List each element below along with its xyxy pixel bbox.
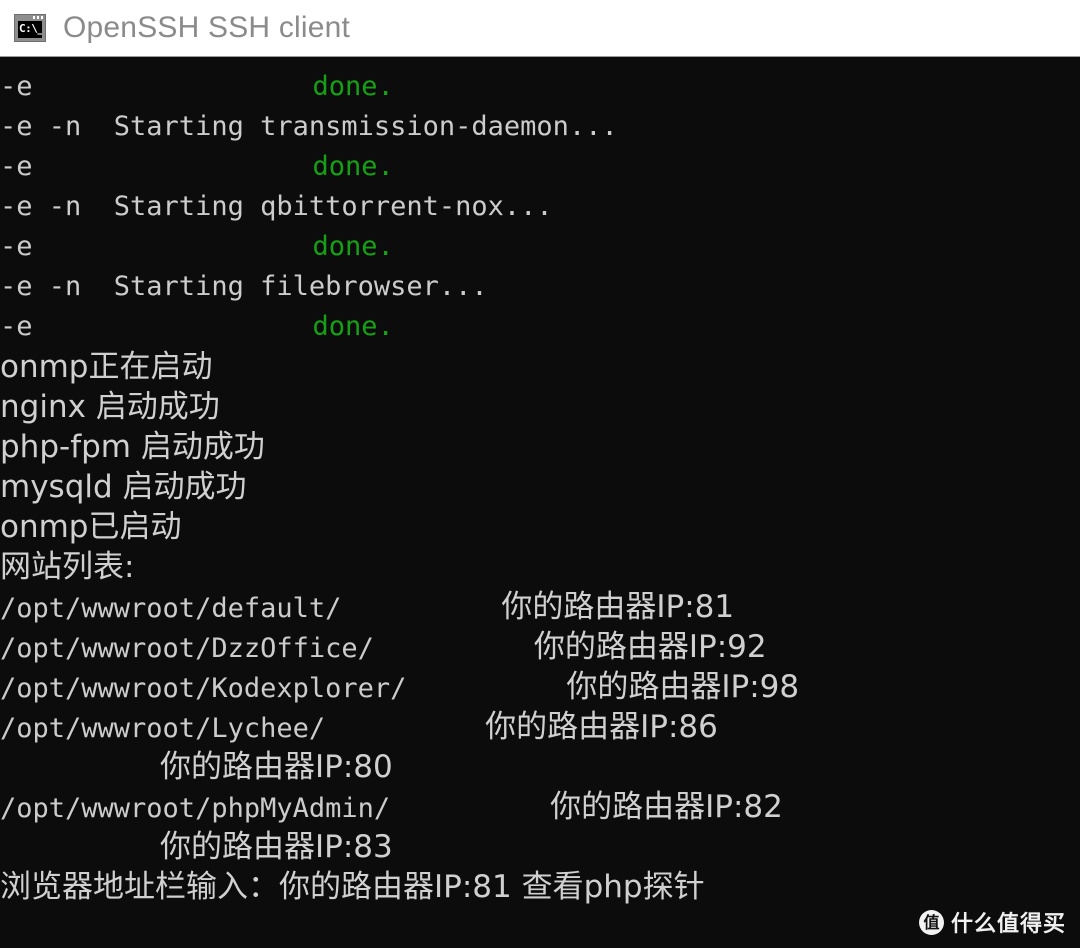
terminal-line-annotation: 你的路由器IP:92	[533, 629, 767, 665]
terminal-line: -e done.	[0, 307, 1080, 347]
terminal-line: -e -n Starting transmission-daemon...	[0, 107, 1080, 147]
window-title: OpenSSH SSH client	[63, 11, 351, 44]
terminal-line: -e done.	[0, 67, 1080, 107]
terminal-line-text: -e -n Starting transmission-daemon...	[0, 111, 618, 142]
terminal-line-text: php-fpm 启动成功	[0, 429, 265, 465]
terminal-line-text: /opt/wwwroot/default/	[0, 593, 342, 624]
terminal-line-text: /opt/wwwroot/Kodexplorer/	[0, 673, 407, 704]
terminal-line: -e -n Starting qbittorrent-nox...	[0, 187, 1080, 227]
console-window-icon: C:\_	[14, 14, 46, 42]
terminal-line-annotation: 你的路由器IP:82	[550, 789, 783, 825]
terminal-line-container: -e done. -e -n Starting transmission-daemo…	[0, 57, 1080, 948]
window-titlebar: C:\_ OpenSSH SSH client	[0, 0, 1080, 56]
terminal-line: nginx 启动成功	[0, 387, 1080, 427]
terminal-line-text: 你的路由器IP:80	[160, 749, 393, 785]
terminal-line-text: 你的路由器IP:83	[160, 829, 393, 865]
terminal-line: -e done.	[0, 227, 1080, 267]
terminal-line-text: -e	[0, 151, 33, 182]
terminal-status-done: done.	[312, 71, 394, 102]
terminal-line-text: -e -n Starting qbittorrent-nox...	[0, 191, 553, 222]
terminal-line-text: -e -n Starting filebrowser...	[0, 271, 488, 302]
terminal-status-done: done.	[312, 151, 394, 182]
terminal-line-text: nginx 启动成功	[0, 389, 220, 425]
terminal-line: mysqld 启动成功	[0, 467, 1080, 507]
terminal-line-text: /opt/wwwroot/DzzOffice/	[0, 633, 374, 664]
terminal-line-text: mysqld 启动成功	[0, 469, 247, 505]
terminal-line: onmp已启动	[0, 507, 1080, 547]
terminal-line-annotation: 你的路由器IP:86	[485, 709, 718, 745]
terminal-line-annotation: 你的路由器IP:98	[566, 669, 800, 705]
terminal-line-text: 网站列表:	[0, 549, 135, 585]
terminal-status-done: done.	[312, 231, 394, 262]
terminal-line: /opt/wwwroot/Lychee/你的路由器IP:86	[0, 707, 1080, 747]
terminal-line: 网站列表:	[0, 547, 1080, 587]
terminal-line: /opt/wwwroot/Kodexplorer/你的路由器IP:98	[0, 667, 1080, 707]
terminal-line: /opt/wwwroot/phpMyAdmin/你的路由器IP:82	[0, 787, 1080, 827]
terminal-line-text: /opt/wwwroot/Lychee/	[0, 713, 326, 744]
terminal-line: 你的路由器IP:83	[0, 827, 1080, 867]
console-icon-glyph: C:\_	[18, 21, 42, 38]
terminal-line-text: -e	[0, 311, 33, 342]
terminal-line: /opt/wwwroot/default/你的路由器IP:81	[0, 587, 1080, 627]
terminal-line-text: -e	[0, 71, 33, 102]
terminal-line-text: 浏览器地址栏输入：你的路由器IP:81 查看php探针	[0, 869, 705, 905]
terminal-line-text: -e	[0, 231, 33, 262]
terminal-line: -e -n Starting filebrowser...	[0, 267, 1080, 307]
terminal-line-text: onmp正在启动	[0, 349, 213, 385]
terminal-line: 浏览器地址栏输入：你的路由器IP:81 查看php探针	[0, 867, 1080, 907]
terminal-line: php-fpm 启动成功	[0, 427, 1080, 467]
terminal-line-text: /opt/wwwroot/phpMyAdmin/	[0, 793, 391, 824]
terminal-line: 你的路由器IP:80	[0, 747, 1080, 787]
terminal-output-pane[interactable]: -e done. -e -n Starting transmission-daemo…	[0, 56, 1080, 948]
terminal-line: onmp正在启动	[0, 347, 1080, 387]
terminal-line: /opt/wwwroot/DzzOffice/你的路由器IP:92	[0, 627, 1080, 667]
terminal-line-annotation: 你的路由器IP:81	[501, 589, 735, 625]
terminal-status-done: done.	[312, 311, 394, 342]
titlebar-dots-decoration	[33, 16, 43, 19]
terminal-line-text: onmp已启动	[0, 509, 182, 545]
terminal-line: -e done.	[0, 147, 1080, 187]
